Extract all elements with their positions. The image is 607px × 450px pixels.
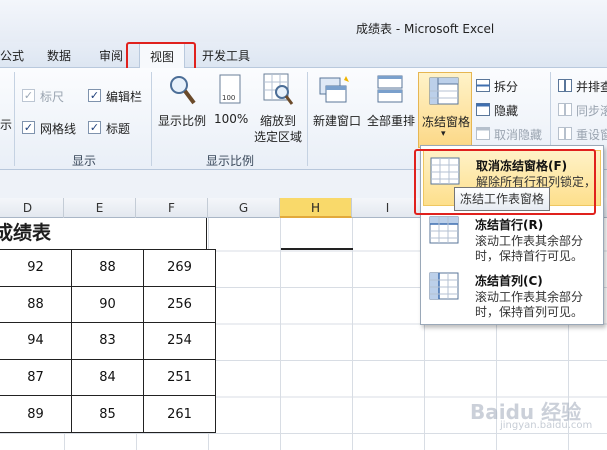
hide-button[interactable]: 隐藏 xyxy=(494,102,518,119)
table-cell[interactable]: 89 xyxy=(0,395,72,433)
freeze-first-column-icon xyxy=(429,272,459,300)
show-group-label: 显示 xyxy=(72,154,97,168)
table-cell[interactable]: 256 xyxy=(143,285,216,324)
svg-text:100: 100 xyxy=(222,94,235,102)
table-row: 87 84 251 xyxy=(0,358,216,397)
menu-item-freeze-first-column[interactable]: 冻结首列(C) 滚动工作表其余部分时，保持首列可见。 xyxy=(423,266,601,322)
new-window-icon[interactable] xyxy=(318,74,352,106)
zoom-to-selection-line2[interactable]: 选定区域 xyxy=(254,128,302,145)
column-header-d[interactable]: D xyxy=(0,198,64,218)
group-separator xyxy=(307,72,308,166)
scores-table: 92 88 269 88 90 256 94 83 254 87 84 251 … xyxy=(0,249,216,433)
split-button[interactable]: 拆分 xyxy=(494,78,518,95)
column-header-f[interactable]: F xyxy=(136,198,208,218)
gridlines-checkbox[interactable]: ✓ xyxy=(22,121,35,134)
formula-bar-checkbox[interactable]: ✓ xyxy=(88,89,101,102)
menu-item-desc: 滚动工作表其余部分时，保持首行可见。 xyxy=(475,234,584,263)
sync-scroll-icon xyxy=(558,103,572,116)
menu-item-title: 取消冻结窗格(F) xyxy=(476,159,568,173)
tab-formulas[interactable]: 公式 xyxy=(0,47,24,64)
table-cell[interactable]: 251 xyxy=(143,358,216,397)
sync-scroll-button[interactable]: 同步滚 xyxy=(576,102,607,119)
formula-bar-label: 编辑栏 xyxy=(106,90,143,104)
table-cell[interactable]: 269 xyxy=(143,249,216,287)
side-by-side-button[interactable]: 并排查 xyxy=(576,78,607,95)
hundred-percent-icon[interactable]: 100 xyxy=(218,74,244,106)
zoom-group-label: 显示比例 xyxy=(206,154,255,168)
tooltip: 冻结工作表窗格 xyxy=(454,187,551,211)
table-cell[interactable]: 88 xyxy=(71,249,144,287)
freeze-panes-button[interactable]: 冻结窗格 ▾ xyxy=(418,72,472,148)
reset-position-icon xyxy=(558,127,572,140)
unhide-button[interactable]: 取消隐藏 xyxy=(494,126,542,143)
group-separator xyxy=(14,72,15,166)
tab-data[interactable]: 数据 xyxy=(47,47,71,64)
tab-view[interactable]: 视图 xyxy=(139,43,186,69)
column-header-h[interactable]: H xyxy=(280,198,352,218)
magnifier-icon[interactable] xyxy=(168,74,196,106)
menu-item-title: 冻结首列(C) xyxy=(475,274,543,288)
menu-item-title: 冻结首行(R) xyxy=(475,218,544,232)
chevron-down-icon: ▾ xyxy=(441,129,446,139)
arrange-all-button[interactable]: 全部重排 xyxy=(367,112,415,129)
unhide-icon xyxy=(476,127,490,140)
table-row: 92 88 269 xyxy=(0,249,216,287)
hundred-percent-button[interactable]: 100% xyxy=(214,112,248,126)
table-cell[interactable]: 88 xyxy=(0,285,72,324)
column-header-e[interactable]: E xyxy=(64,198,136,218)
window-title: 成绩表 - Microsoft Excel xyxy=(356,22,495,36)
column-header-g[interactable]: G xyxy=(208,198,280,218)
arrange-all-icon[interactable] xyxy=(376,74,406,106)
table-cell[interactable]: 254 xyxy=(143,322,216,360)
ruler-checkbox[interactable]: ✓ xyxy=(22,89,35,102)
zoom-to-selection-line1[interactable]: 缩放到 xyxy=(260,112,296,129)
hide-icon xyxy=(476,103,490,116)
ruler-label: 标尺 xyxy=(40,90,65,104)
split-icon xyxy=(476,79,490,92)
tab-review[interactable]: 审阅 xyxy=(99,47,123,64)
table-cell[interactable]: 84 xyxy=(71,358,144,397)
gridlines-label: 网格线 xyxy=(40,122,77,136)
headings-label: 标题 xyxy=(106,122,131,136)
freeze-panes-icon xyxy=(429,77,459,105)
group-separator xyxy=(151,72,152,166)
table-cell[interactable]: 83 xyxy=(71,322,144,360)
column-header-i[interactable]: I xyxy=(352,198,424,218)
table-cell[interactable]: 261 xyxy=(143,395,216,433)
table-cell[interactable]: 85 xyxy=(71,395,144,433)
reset-position-button[interactable]: 重设窗 xyxy=(576,126,607,143)
freeze-panes-menu: 取消冻结窗格(F) 解除所有行和列锁定， 作表。 冻结首行(R) 滚动工作表其余… xyxy=(420,145,604,325)
table-row: 94 83 254 xyxy=(0,322,216,360)
title-bar: 成绩表 - Microsoft Excel xyxy=(0,0,607,42)
ribbon-tab-row: 公式 数据 审阅 视图 开发工具 xyxy=(0,42,607,69)
table-cell[interactable]: 87 xyxy=(0,358,72,397)
tab-developer[interactable]: 开发工具 xyxy=(202,47,250,64)
table-cell[interactable]: 90 xyxy=(71,285,144,324)
freeze-panes-label: 冻结窗格 xyxy=(422,115,471,129)
active-cell[interactable] xyxy=(281,218,353,250)
table-row: 89 85 261 xyxy=(0,395,216,433)
zoom-button[interactable]: 显示比例 xyxy=(158,112,206,129)
freeze-top-row-icon xyxy=(429,216,459,244)
watermark-url: jingyan.baidu.com xyxy=(500,420,593,431)
table-cell[interactable]: 92 xyxy=(0,249,72,287)
new-window-button[interactable]: 新建窗口 xyxy=(313,112,361,129)
sheet-title-text: 成绩表 xyxy=(0,222,52,244)
zoom-to-selection-icon[interactable] xyxy=(262,72,294,106)
side-by-side-icon xyxy=(558,79,572,92)
menu-item-freeze-top-row[interactable]: 冻结首行(R) 滚动工作表其余部分时，保持首行可见。 xyxy=(423,210,601,266)
sheet-title-cell[interactable]: 成绩表 xyxy=(0,218,207,249)
headings-checkbox[interactable]: ✓ xyxy=(88,121,101,134)
unfreeze-panes-icon xyxy=(430,157,460,185)
table-cell[interactable]: 94 xyxy=(0,322,72,360)
menu-item-desc: 滚动工作表其余部分时，保持首列可见。 xyxy=(475,290,584,319)
cut-off-label: 示 xyxy=(0,118,13,132)
table-row: 88 90 256 xyxy=(0,285,216,324)
